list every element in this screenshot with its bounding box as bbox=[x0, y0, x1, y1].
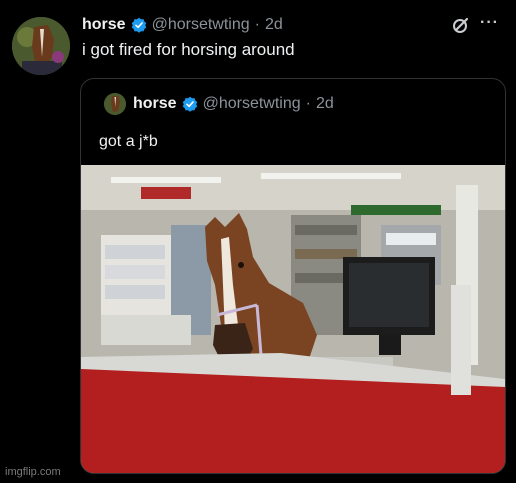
quoted-tweet-header: horse @horsetwting · 2d bbox=[133, 95, 334, 113]
author-name[interactable]: horse bbox=[82, 16, 126, 34]
quoted-tweet-text: got a j*b bbox=[99, 133, 158, 150]
author-handle[interactable]: @horsetwting bbox=[152, 16, 250, 34]
verified-badge-icon bbox=[131, 17, 147, 33]
tweet-header: horse @horsetwting · 2d bbox=[82, 14, 283, 36]
separator-dot: · bbox=[305, 95, 311, 112]
more-icon[interactable]: ··· bbox=[480, 14, 504, 34]
grok-icon[interactable] bbox=[452, 16, 470, 34]
author-avatar[interactable] bbox=[12, 17, 70, 75]
quoted-tweet-photo[interactable] bbox=[81, 165, 505, 473]
tweet-timestamp[interactable]: 2d bbox=[265, 16, 283, 34]
quoted-author-handle: @horsetwting bbox=[202, 95, 301, 112]
horse-avatar-image bbox=[104, 93, 126, 115]
quoted-tweet-timestamp: 2d bbox=[315, 95, 334, 112]
horse-at-register-photo bbox=[81, 165, 505, 473]
tweet-text: i got fired for horsing around bbox=[82, 40, 295, 59]
separator-dot: · bbox=[254, 16, 260, 33]
quoted-tweet-card[interactable]: horse @horsetwting · 2d got a j*b bbox=[80, 78, 506, 474]
quoted-author-name: horse bbox=[133, 95, 177, 112]
quoted-author-avatar bbox=[104, 93, 126, 115]
imgflip-watermark: imgflip.com bbox=[5, 466, 61, 478]
horse-avatar-image bbox=[12, 17, 70, 75]
verified-badge-icon bbox=[182, 96, 198, 112]
